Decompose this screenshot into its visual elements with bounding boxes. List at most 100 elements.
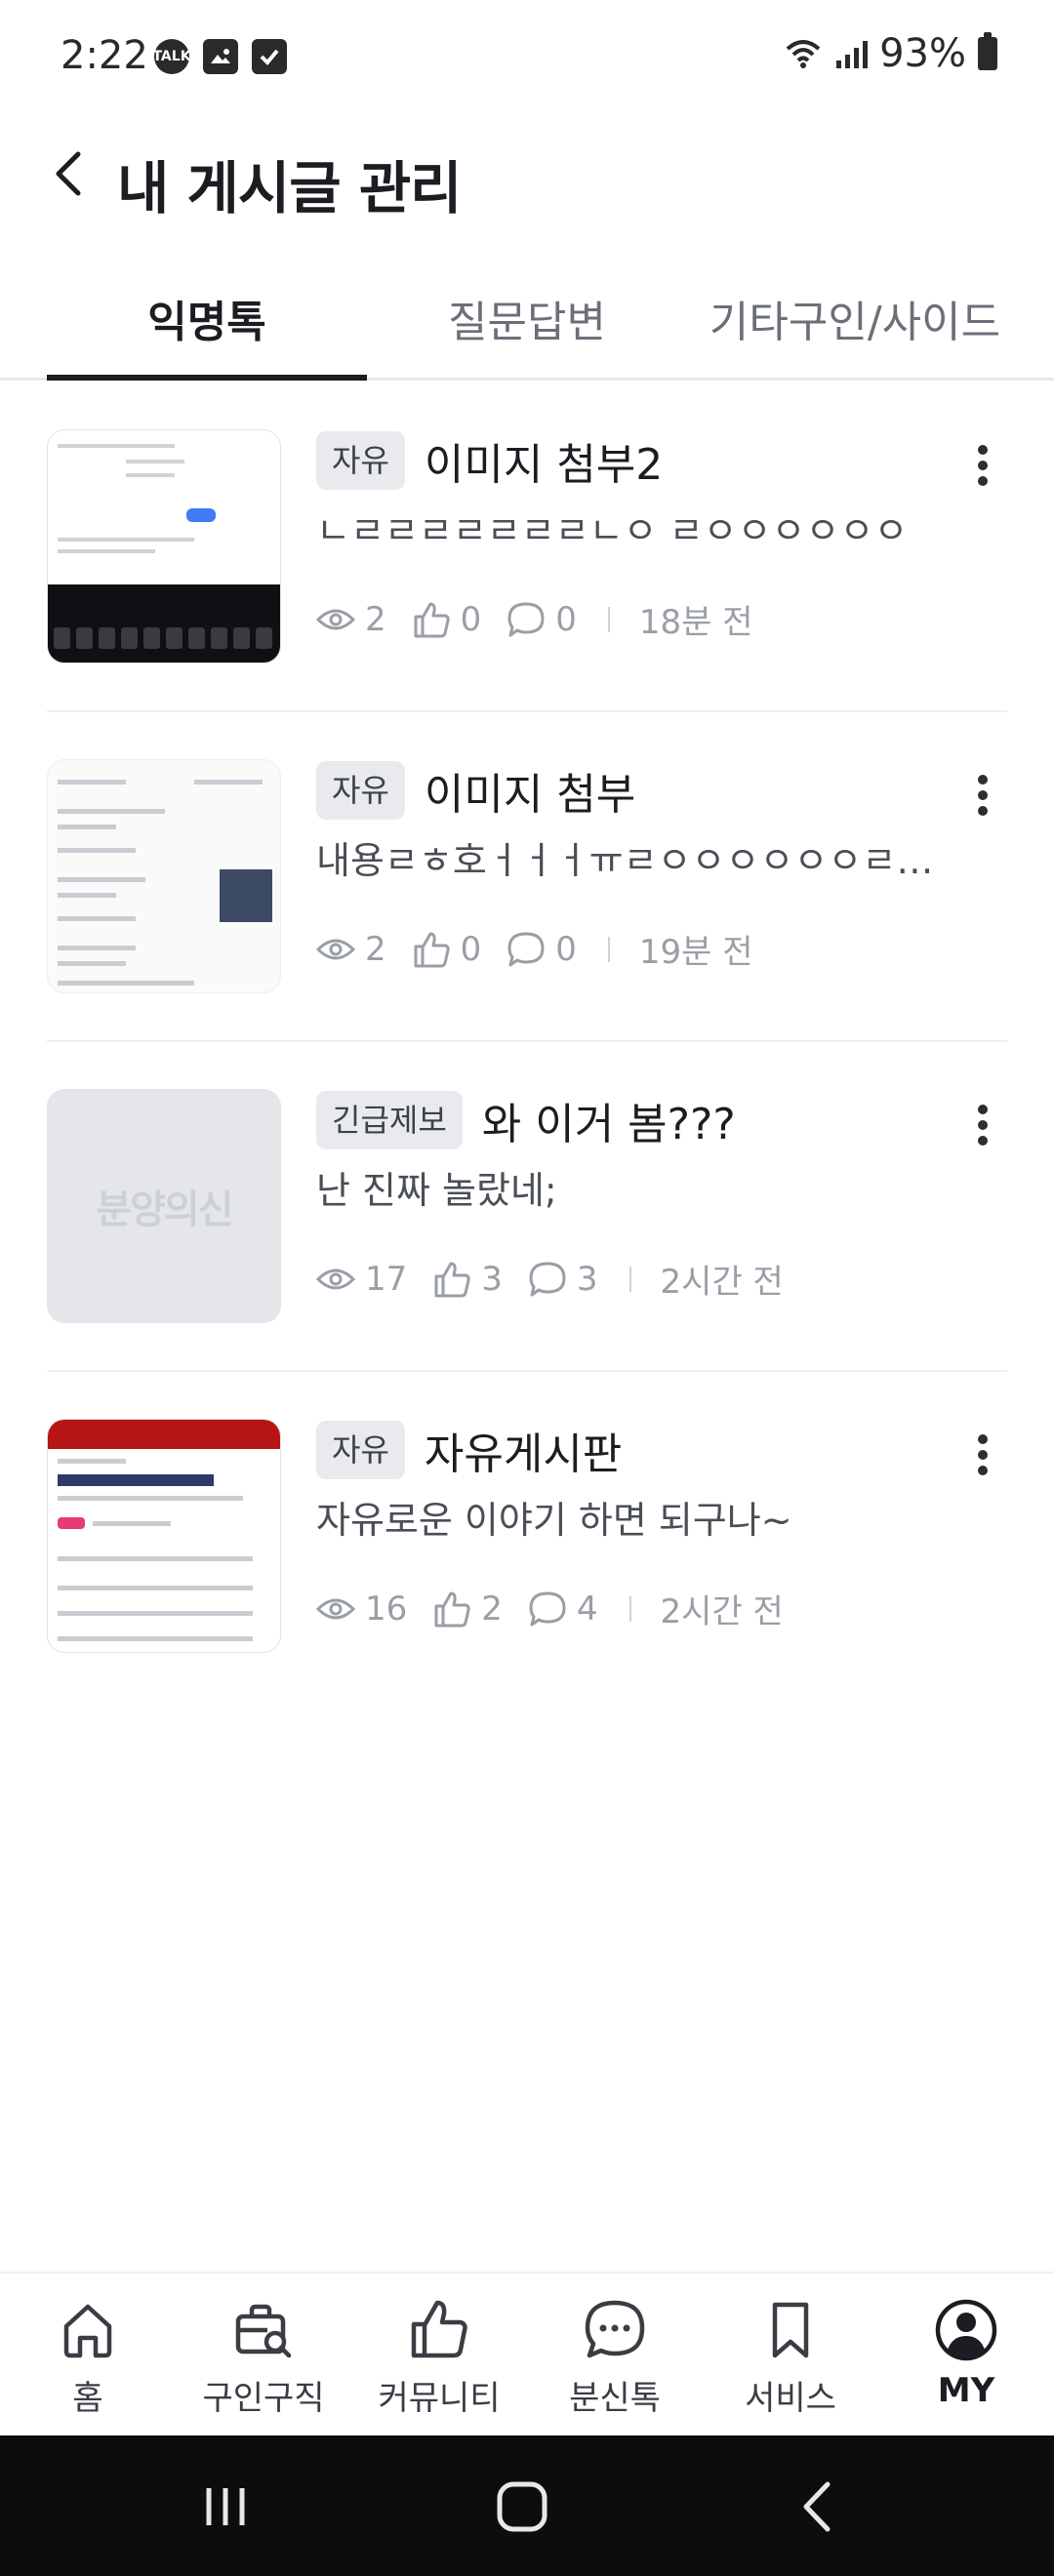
post-stats: 16 2 4 2시간 전 [316, 1585, 941, 1632]
like-count: 0 [460, 929, 482, 969]
thumbs-up-icon [434, 1262, 470, 1297]
home-icon [63, 2304, 112, 2358]
system-navigation-bar [0, 2435, 1054, 2576]
nav-service-label: 서비스 [745, 2379, 836, 2418]
post-stats: 2 0 0 18분 전 [316, 595, 941, 643]
eye-icon [316, 939, 355, 959]
post-title: 이미지 첨부2 [424, 440, 664, 490]
nav-bunsin-talk-label: 분신톡 [569, 2379, 661, 2418]
post-item[interactable]: 자유 이미지 첨부 내용ㄹㅎ호ㅓㅓㅓㅠㄹㅇㅇㅇㅇㅇㅇㄹㄴ... 2 0 0 19… [47, 712, 1007, 1042]
post-time: 2시간 전 [660, 1592, 784, 1631]
thumbs-up-icon [411, 2300, 467, 2358]
nav-my[interactable]: MY [878, 2299, 1054, 2410]
thumbs-up-icon [414, 932, 450, 967]
like-count: 2 [481, 1589, 503, 1629]
tab-qna[interactable]: 질문답변 [420, 287, 634, 349]
comment-icon [507, 602, 545, 636]
placeholder-logo: 분양의신 [96, 1187, 233, 1232]
comment-count: 0 [555, 929, 577, 969]
tab-bar: 익명톡 질문답변 기타구인/사이드 [0, 260, 1054, 381]
post-item[interactable]: 분양의신 긴급제보 와 이거 봄??? 난 진짜 놀랐네; 17 3 3 2시간… [47, 1042, 1007, 1372]
bookmark-icon [772, 2302, 809, 2358]
image-icon [203, 39, 238, 74]
briefcase-search-icon [235, 2304, 292, 2358]
post-item[interactable]: 자유 이미지 첨부2 ㄴㄹㄹㄹㄹㄹㄹㄹㄴㅇ ㄹㅇㅇㅇㅇㅇㅇ 2 0 0 18분 … [47, 382, 1007, 712]
app-header: 내 게시글 관리 [0, 127, 1054, 224]
post-thumbnail [47, 1419, 281, 1653]
eye-icon [316, 609, 355, 629]
signal-icon [836, 41, 869, 68]
post-excerpt: ㄴㄹㄹㄹㄹㄹㄹㄹㄴㅇ ㄹㅇㅇㅇㅇㅇㅇ [316, 509, 909, 552]
profile-icon [935, 2299, 997, 2361]
post-title: 이미지 첨부 [424, 770, 636, 820]
status-time: 2:22 [61, 33, 148, 78]
page-title: 내 게시글 관리 [117, 155, 463, 221]
comment-count: 4 [576, 1589, 598, 1629]
post-stats: 2 0 0 19분 전 [316, 925, 941, 973]
stat-divider [607, 606, 610, 632]
bottom-navigation: 홈 구인구직 커뮤니티 분신톡 서비스 MY [0, 2272, 1054, 2435]
nav-community-label: 커뮤니티 [378, 2379, 501, 2418]
nav-home-label: 홈 [72, 2379, 103, 2418]
battery-icon [978, 32, 997, 70]
checkbox-icon [252, 39, 287, 74]
post-thumbnail [47, 759, 281, 993]
tab-other-jobs[interactable]: 기타구인/사이드 [689, 287, 1021, 349]
nav-my-label: MY [937, 2371, 995, 2410]
post-title: 자유게시판 [424, 1429, 623, 1479]
thumbs-up-icon [414, 602, 450, 637]
view-count: 2 [365, 929, 386, 969]
view-count: 2 [365, 599, 386, 639]
post-time: 2시간 전 [660, 1263, 784, 1302]
comment-icon [507, 932, 545, 966]
more-options-button[interactable] [968, 1430, 997, 1479]
comment-icon [529, 1591, 566, 1626]
view-count: 17 [365, 1259, 408, 1299]
post-excerpt: 난 진짜 놀랐네; [316, 1169, 557, 1212]
like-count: 3 [481, 1259, 503, 1299]
post-thumbnail [47, 429, 281, 664]
nav-jobs-label: 구인구직 [202, 2379, 325, 2418]
post-time: 18분 전 [638, 603, 753, 642]
system-back-icon[interactable] [785, 2473, 853, 2541]
comment-count: 3 [576, 1259, 598, 1299]
comment-icon [529, 1262, 566, 1296]
post-item[interactable]: 자유 자유게시판 자유로운 이야기 하면 되구나~ 16 2 4 2시간 전 [47, 1372, 1007, 1702]
post-thumbnail: 분양의신 [47, 1089, 281, 1323]
thumbs-up-icon [434, 1591, 470, 1627]
post-excerpt: 내용ㄹㅎ호ㅓㅓㅓㅠㄹㅇㅇㅇㅇㅇㅇㄹㄴ... [316, 839, 941, 882]
category-badge: 자유 [316, 761, 405, 820]
back-button[interactable] [45, 144, 94, 203]
chevron-left-icon [56, 151, 81, 196]
more-options-button[interactable] [968, 441, 997, 490]
stat-divider [628, 1595, 631, 1622]
nav-service[interactable]: 서비스 [703, 2299, 878, 2419]
home-button-icon[interactable] [488, 2473, 556, 2541]
category-badge: 자유 [316, 431, 405, 490]
tab-anonymous-talk[interactable]: 익명톡 [47, 287, 367, 349]
recent-apps-icon[interactable] [191, 2473, 260, 2541]
post-excerpt: 자유로운 이야기 하면 되구나~ [316, 1499, 792, 1542]
eye-icon [316, 1598, 355, 1619]
nav-jobs[interactable]: 구인구직 [176, 2299, 351, 2419]
more-options-button[interactable] [968, 1101, 997, 1149]
battery-percent: 93% [879, 31, 966, 76]
more-options-button[interactable] [968, 771, 997, 820]
status-bar: 2:22 TALK 93% [0, 0, 1054, 113]
nav-bunsin-talk[interactable]: 분신톡 [527, 2299, 703, 2419]
stat-divider [628, 1266, 631, 1292]
nav-home[interactable]: 홈 [0, 2299, 176, 2419]
wifi-icon [786, 40, 821, 68]
comment-count: 0 [555, 599, 577, 639]
post-stats: 17 3 3 2시간 전 [316, 1255, 941, 1303]
talk-icon: TALK [152, 39, 191, 74]
eye-icon [316, 1268, 355, 1289]
stat-divider [607, 936, 610, 962]
like-count: 0 [460, 599, 482, 639]
view-count: 16 [365, 1589, 408, 1629]
category-badge: 자유 [316, 1421, 405, 1479]
post-title: 와 이거 봄??? [481, 1100, 736, 1149]
nav-community[interactable]: 커뮤니티 [351, 2299, 527, 2419]
post-time: 19분 전 [638, 933, 753, 972]
chat-bubble-icon [585, 2300, 645, 2358]
